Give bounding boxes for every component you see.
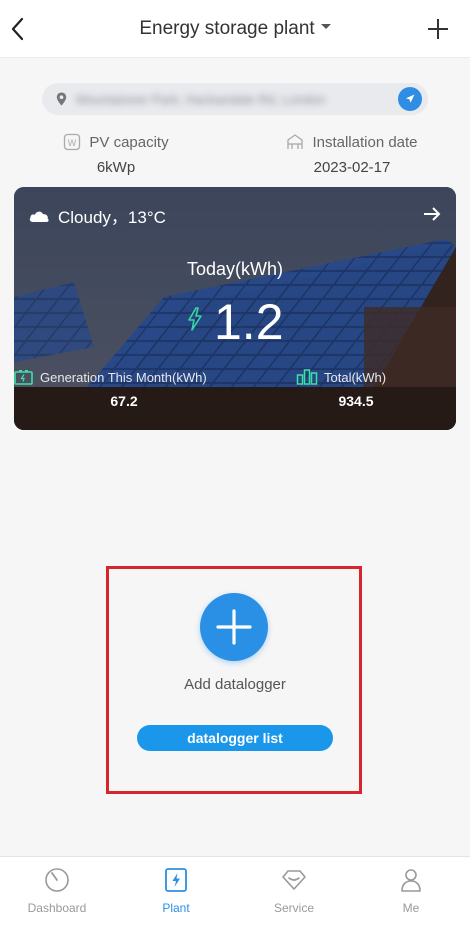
tab-plant[interactable]: Plant [131, 867, 221, 915]
month-generation-label: Generation This Month(kWh) [40, 369, 207, 385]
weather-info: Cloudy，13°C [28, 203, 166, 228]
building-icon [287, 134, 304, 149]
caret-down-icon [320, 24, 331, 30]
tab-plant-label: Plant [162, 901, 190, 915]
svg-text:W: W [68, 138, 77, 148]
page-title: Energy storage plant [139, 18, 315, 39]
top-bar: Energy storage plant [0, 0, 470, 58]
energy-overview-card[interactable]: Cloudy，13°C Today(kWh) 1.2 Generation Th… [14, 187, 456, 430]
card-detail-button[interactable] [422, 205, 442, 223]
navigation-arrow-icon [406, 94, 415, 103]
charging-icon [188, 307, 202, 331]
address-bar[interactable]: Mountaineer Park, Hackandale Rd, London [42, 83, 428, 115]
installation-date-label: Installation date [312, 133, 418, 151]
pv-capacity-label: PV capacity [89, 133, 169, 151]
plant-bolt-icon [165, 868, 187, 892]
installation-date-info: Installation date 2023-02-17 [252, 131, 452, 176]
arrow-right-icon [424, 207, 441, 221]
person-icon [401, 869, 421, 892]
tab-service-label: Service [273, 901, 314, 915]
tab-dashboard[interactable]: Dashboard [12, 867, 102, 915]
today-value: 1.2 [214, 294, 284, 350]
pv-capacity-info: W PV capacity 6kWp [16, 131, 216, 176]
tab-me[interactable]: Me [366, 867, 456, 915]
bottom-tab-bar: Dashboard Plant Service Me [0, 856, 470, 931]
navigate-button[interactable] [398, 87, 422, 111]
plus-icon [428, 19, 448, 39]
bar-chart-icon [296, 369, 318, 385]
tab-service[interactable]: Service [249, 867, 339, 915]
total-generation-value: 934.5 [338, 393, 374, 409]
address-text: Mountaineer Park, Hackandale Rd, London [76, 92, 326, 107]
total-generation-stat: Total(kWh) 934.5 [296, 369, 416, 409]
month-generation-stat: Generation This Month(kWh) 67.2 [14, 369, 234, 409]
today-label: Today(kWh) [186, 259, 284, 279]
tab-dashboard-label: Dashboard [27, 901, 87, 915]
tab-me-label: Me [402, 901, 420, 915]
pv-capacity-icon: W [64, 133, 81, 151]
month-generation-value: 67.2 [110, 393, 138, 409]
total-generation-label: Total(kWh) [324, 369, 387, 385]
installation-date-value: 2023-02-17 [313, 159, 391, 176]
dashboard-gauge-icon [45, 868, 69, 892]
plant-selector[interactable]: Energy storage plant [0, 18, 470, 40]
pv-capacity-value: 6kWp [96, 159, 136, 176]
location-pin-icon [56, 92, 67, 106]
weather-text: Cloudy，13°C [58, 208, 166, 227]
battery-icon [14, 370, 33, 385]
add-button[interactable] [426, 17, 450, 41]
service-diamond-icon [282, 870, 306, 890]
cloud-icon [29, 211, 49, 222]
highlight-annotation-box [106, 566, 362, 794]
